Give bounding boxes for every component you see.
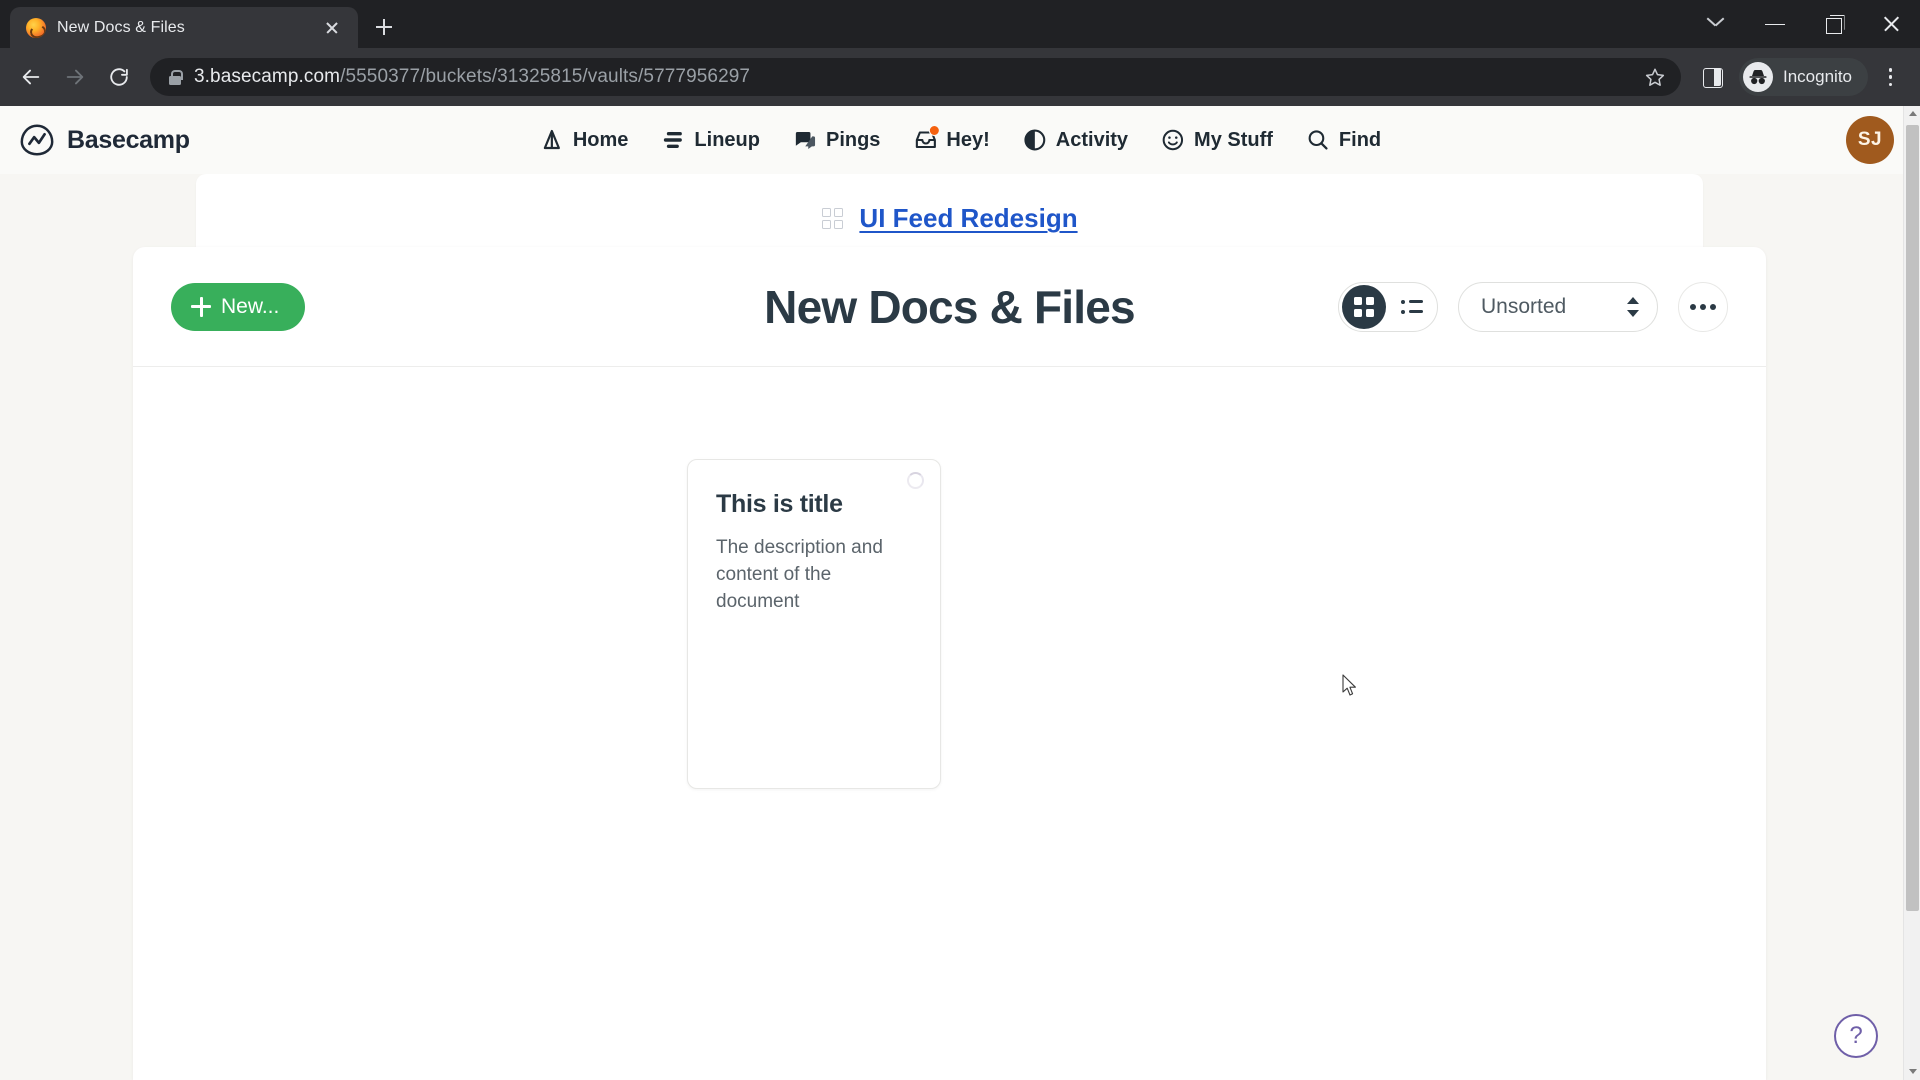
document-card-title: This is title bbox=[716, 490, 843, 518]
nav-item-my-stuff-label: My Stuff bbox=[1194, 128, 1273, 151]
panel-toolbar: New... New Docs & Files Unsorted bbox=[133, 247, 1766, 367]
list-view-icon bbox=[1401, 299, 1423, 315]
avatar[interactable]: SJ bbox=[1846, 116, 1894, 164]
sort-select[interactable]: Unsorted bbox=[1458, 281, 1658, 332]
scroll-up-icon[interactable] bbox=[1904, 106, 1920, 123]
documents-grid bbox=[133, 367, 1766, 447]
nav-item-find-label: Find bbox=[1338, 128, 1382, 151]
browser-window: New Docs & Files 3.basecamp.com/5550377/… bbox=[0, 0, 1920, 1080]
lock-icon bbox=[168, 69, 183, 85]
nav-item-pings[interactable]: Pings bbox=[792, 127, 880, 153]
more-options-button[interactable] bbox=[1678, 281, 1728, 332]
grid-view-button[interactable] bbox=[1342, 284, 1386, 329]
new-tab-icon[interactable] bbox=[366, 9, 402, 45]
nav-item-lineup-label: Lineup bbox=[694, 128, 760, 151]
pings-icon bbox=[792, 127, 818, 153]
basecamp-logo[interactable]: Basecamp bbox=[18, 121, 190, 159]
window-close-icon[interactable] bbox=[1862, 0, 1920, 48]
app-nav: Home Lineup Pings Hey! Activity My Stuff… bbox=[539, 125, 1381, 153]
nav-item-my-stuff[interactable]: My Stuff bbox=[1160, 127, 1273, 153]
new-button-label: New... bbox=[221, 294, 280, 318]
hey-inbox-icon bbox=[912, 125, 940, 153]
ellipsis-icon bbox=[1690, 303, 1696, 310]
nav-item-activity-label: Activity bbox=[1055, 128, 1129, 151]
list-view-button[interactable] bbox=[1390, 285, 1434, 329]
tab-title: New Docs & Files bbox=[57, 18, 185, 36]
address-bar[interactable]: 3.basecamp.com/5550377/buckets/31325815/… bbox=[150, 58, 1681, 96]
page-title: New Docs & Files bbox=[764, 280, 1135, 333]
search-icon bbox=[1305, 127, 1331, 153]
plus-icon bbox=[191, 296, 211, 317]
select-arrows-icon bbox=[1627, 296, 1639, 318]
view-toggle bbox=[1338, 281, 1438, 332]
url-path: /5550377/buckets/31325815/vaults/5777956… bbox=[340, 66, 751, 87]
window-controls bbox=[1688, 0, 1920, 48]
reload-icon[interactable] bbox=[98, 56, 140, 98]
grid-view-icon bbox=[1354, 296, 1374, 317]
scrollbar-thumb[interactable] bbox=[1906, 125, 1919, 911]
close-icon[interactable] bbox=[320, 16, 344, 40]
side-panel-icon[interactable] bbox=[1691, 56, 1733, 98]
incognito-label: Incognito bbox=[1783, 67, 1852, 86]
nav-item-hey-label: Hey! bbox=[946, 128, 990, 151]
tab-strip: New Docs & Files bbox=[0, 0, 402, 48]
mouse-cursor bbox=[1342, 674, 1356, 696]
nav-item-home[interactable]: Home bbox=[539, 127, 629, 153]
breadcrumb-project-link[interactable]: UI Feed Redesign bbox=[859, 203, 1077, 234]
page-body: UI Feed Redesign New... New Docs & Files bbox=[0, 174, 1920, 1080]
browser-tab[interactable]: New Docs & Files bbox=[10, 7, 358, 48]
grid-squares-icon bbox=[821, 207, 845, 231]
restore-icon[interactable] bbox=[1804, 0, 1862, 48]
basecamp-mark-icon bbox=[20, 124, 54, 156]
help-button[interactable]: ? bbox=[1834, 1014, 1878, 1058]
url-domain: 3.basecamp.com bbox=[194, 66, 341, 87]
browser-menu-icon[interactable] bbox=[1870, 56, 1910, 98]
browser-titlebar: New Docs & Files bbox=[0, 0, 1920, 48]
basecamp-favicon bbox=[26, 17, 46, 38]
loading-spinner-icon bbox=[907, 472, 924, 489]
nav-item-hey[interactable]: Hey! bbox=[912, 125, 990, 153]
nav-item-lineup[interactable]: Lineup bbox=[660, 127, 760, 153]
lineup-icon bbox=[660, 127, 686, 153]
document-card[interactable]: This is title The description and conten… bbox=[687, 459, 941, 789]
url-text: 3.basecamp.com/5550377/buckets/31325815/… bbox=[194, 66, 1623, 88]
nav-item-find[interactable]: Find bbox=[1305, 127, 1381, 153]
sort-select-value: Unsorted bbox=[1481, 294, 1567, 318]
browser-toolbar: 3.basecamp.com/5550377/buckets/31325815/… bbox=[0, 48, 1920, 106]
forward-icon[interactable] bbox=[54, 56, 96, 98]
vertical-scrollbar[interactable] bbox=[1903, 106, 1920, 1080]
panel-tools: Unsorted bbox=[1338, 281, 1728, 332]
minimize-icon[interactable] bbox=[1746, 0, 1804, 48]
back-icon[interactable] bbox=[10, 56, 52, 98]
app-header: Basecamp Home Lineup Pings Hey! Activity… bbox=[0, 106, 1920, 174]
scroll-down-icon[interactable] bbox=[1904, 1063, 1920, 1080]
my-stuff-icon bbox=[1160, 127, 1186, 153]
content-panel: New... New Docs & Files Unsorted bbox=[133, 247, 1766, 1080]
page-viewport: Basecamp Home Lineup Pings Hey! Activity… bbox=[0, 106, 1920, 1080]
nav-item-home-label: Home bbox=[572, 128, 629, 151]
chevron-down-icon[interactable] bbox=[1688, 0, 1746, 48]
home-icon bbox=[539, 127, 565, 153]
nav-item-activity[interactable]: Activity bbox=[1022, 127, 1128, 153]
bookmark-star-icon[interactable] bbox=[1635, 57, 1675, 97]
activity-icon bbox=[1022, 127, 1048, 153]
incognito-badge[interactable]: Incognito bbox=[1739, 58, 1868, 96]
document-card-description: The description and content of the docum… bbox=[716, 537, 883, 612]
notification-badge bbox=[928, 125, 940, 136]
new-button[interactable]: New... bbox=[171, 282, 306, 331]
nav-item-pings-label: Pings bbox=[825, 128, 881, 151]
incognito-icon bbox=[1743, 62, 1773, 92]
brand-name: Basecamp bbox=[67, 125, 190, 154]
